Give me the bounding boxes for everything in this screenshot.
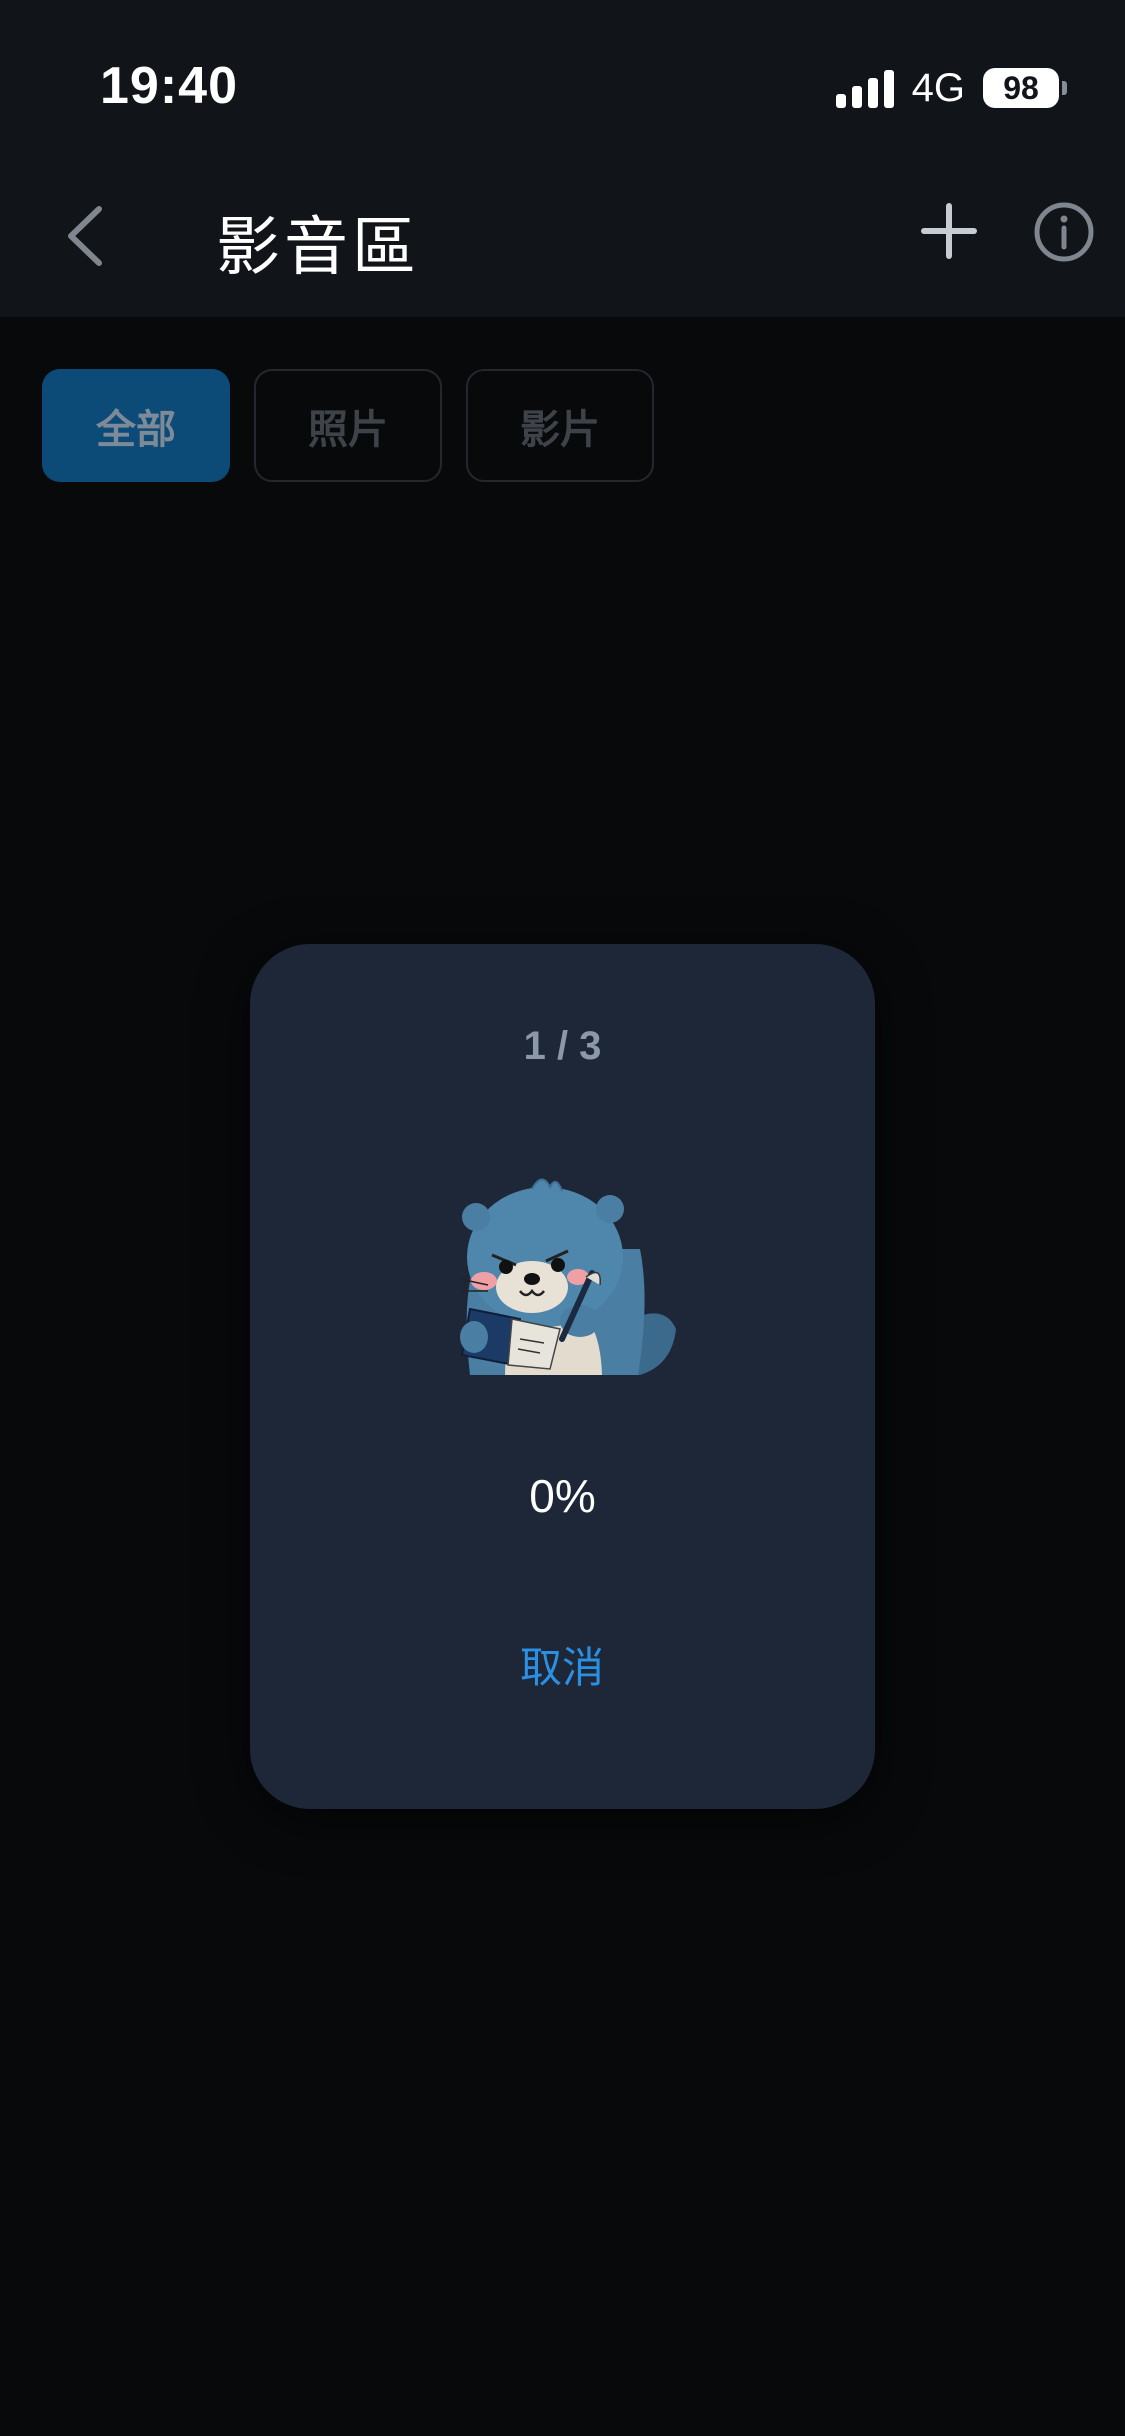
info-button[interactable] — [1032, 200, 1096, 264]
battery-icon: 98 — [983, 68, 1059, 108]
filter-chip-all[interactable]: 全部 — [42, 369, 230, 482]
back-button[interactable] — [50, 196, 120, 276]
chevron-left-icon — [68, 206, 102, 266]
network-label: 4G — [911, 65, 965, 110]
upload-counter: 1 / 3 — [523, 1024, 602, 1068]
plus-icon — [921, 203, 977, 259]
filter-chip-photos[interactable]: 照片 — [254, 369, 442, 482]
cancel-upload-button[interactable]: 取消 — [462, 1628, 662, 1708]
info-circle-icon — [1034, 202, 1094, 262]
upload-progress-percent: 0% — [529, 1470, 596, 1522]
top-bar: 19:40 4G 98 影音區 — [0, 0, 1125, 317]
status-indicators: 4G 98 — [835, 65, 1067, 110]
signal-icon — [835, 68, 894, 108]
add-button[interactable] — [916, 198, 982, 264]
upload-progress-dialog: 1 / 3 0% 取消 — [250, 944, 875, 1809]
filter-tabs: 全部 照片 影片 — [42, 369, 654, 482]
filter-chip-videos[interactable]: 影片 — [466, 369, 654, 482]
page-title: 影音區 — [216, 211, 420, 285]
battery-level: 98 — [1003, 69, 1039, 106]
otter-mascot-icon — [459, 1178, 676, 1375]
screen: 19:40 4G 98 影音區 全部 照片 影片 1 / 3 0% 取消 — [0, 0, 1125, 2436]
battery-cap — [1062, 81, 1067, 95]
status-time: 19:40 — [100, 57, 238, 115]
